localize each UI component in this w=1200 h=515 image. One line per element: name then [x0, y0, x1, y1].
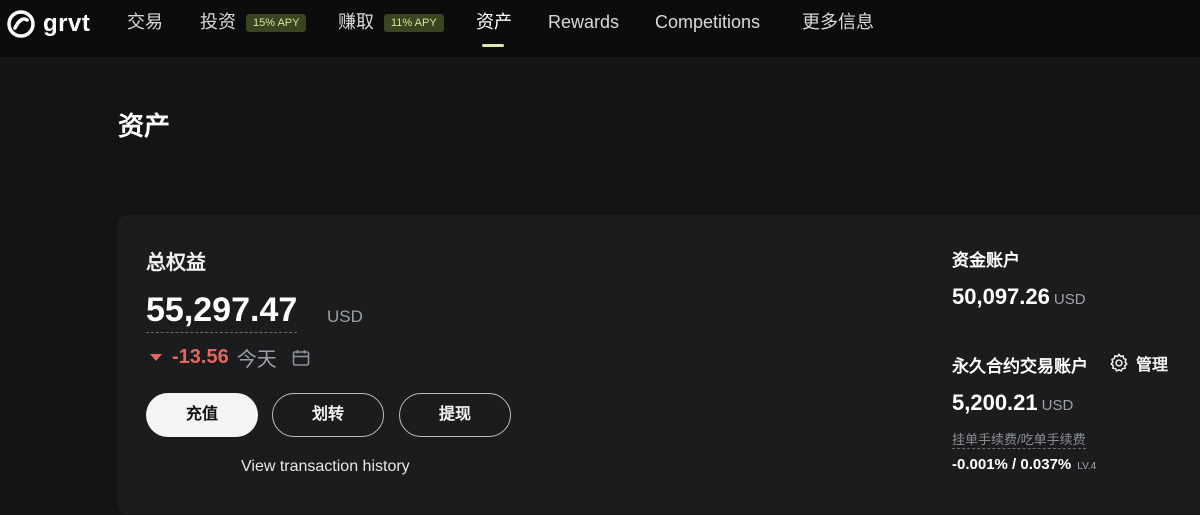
nav-competitions-label: Competitions	[655, 12, 761, 32]
perpetual-account-unit: USD	[1041, 397, 1074, 414]
calendar-icon[interactable]	[291, 348, 311, 368]
grvt-logo-icon	[7, 10, 35, 38]
fee-level-badge: LV.4	[1077, 461, 1097, 472]
earn-apy-badge: 11% APY	[384, 14, 444, 32]
funding-account-balance: 50,097.26 USD	[952, 284, 1086, 310]
transfer-button[interactable]: 划转	[272, 393, 384, 437]
total-equity-value[interactable]: 55,297.47	[146, 290, 298, 333]
nav-trade-label: 交易	[127, 12, 163, 32]
deposit-button[interactable]: 充值	[146, 393, 258, 437]
equity-change-period: 今天	[236, 349, 277, 371]
transaction-history-link[interactable]: View transaction history	[241, 458, 410, 476]
nav-earn[interactable]: 赚取 11% APY	[338, 11, 444, 33]
nav-more-info[interactable]: 更多信息	[802, 11, 874, 33]
nav-earn-label: 赚取	[338, 12, 374, 32]
perpetual-account-value: 5,200.21	[952, 390, 1038, 415]
nav-more-info-label: 更多信息	[802, 12, 874, 32]
page-title: 资产	[118, 111, 171, 141]
invest-apy-badge: 15% APY	[246, 14, 307, 32]
gear-icon	[1110, 353, 1128, 372]
nav-competitions[interactable]: Competitions	[655, 11, 760, 33]
down-arrow-icon	[150, 354, 162, 361]
perpetual-account-label: 永久合约交易账户	[952, 357, 1088, 376]
nav-assets[interactable]: 资产	[476, 11, 512, 33]
nav-invest[interactable]: 投资 15% APY	[200, 11, 307, 33]
fee-rate-row: -0.001% / 0.037% LV.4	[952, 456, 1096, 473]
manage-label: 管理	[1136, 357, 1169, 374]
top-nav: grvt 交易 投资 15% APY 赚取 11% APY 资产 Rewards C…	[0, 0, 1200, 59]
equity-change-value: -13.56	[172, 346, 229, 368]
withdraw-button[interactable]: 提现	[399, 393, 511, 437]
funding-account-label: 资金账户	[952, 251, 1020, 270]
fee-rate-value: -0.001% / 0.037%	[952, 456, 1072, 473]
total-equity-label: 总权益	[146, 252, 206, 274]
fee-rate-label[interactable]: 挂单手续费/吃单手续费	[952, 429, 1086, 449]
nav-trade[interactable]: 交易	[127, 11, 163, 33]
manage-button[interactable]: 管理	[1108, 351, 1168, 375]
perpetual-account-balance: 5,200.21 USD	[952, 390, 1073, 416]
active-tab-indicator	[482, 44, 504, 47]
nav-rewards-label: Rewards	[548, 12, 620, 32]
brand-name: grvt	[43, 10, 91, 37]
nav-rewards[interactable]: Rewards	[548, 11, 619, 33]
equity-change-row: -13.56 今天	[150, 343, 311, 372]
total-equity-unit: USD	[327, 307, 363, 326]
nav-invest-label: 投资	[200, 12, 236, 32]
funding-account-unit: USD	[1053, 291, 1086, 308]
brand-logo[interactable]: grvt	[5, 8, 90, 40]
funding-account-value: 50,097.26	[952, 284, 1050, 309]
nav-assets-label: 资产	[476, 12, 512, 32]
